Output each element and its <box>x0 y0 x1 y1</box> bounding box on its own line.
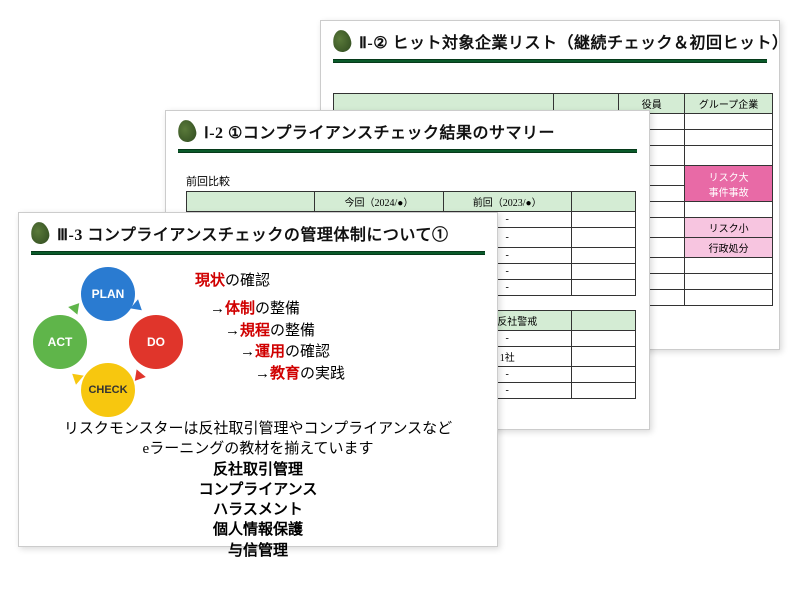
topic-5: 与信管理 <box>19 541 497 561</box>
desc-line-1: リスクモンスターは反社取引管理やコンプライアンスなど <box>19 419 497 439</box>
slide-mid-header: Ⅰ-2 ①コンプライアンスチェック結果のサマリー <box>166 111 649 147</box>
pdca-act: ACT <box>33 315 87 369</box>
check-line-1: →体制の整備 <box>195 299 345 321</box>
header-rule <box>333 59 767 63</box>
desc-line-2: eラーニングの教材を揃えています <box>19 439 497 459</box>
leaf-icon <box>331 29 353 54</box>
pdca-do: DO <box>129 315 183 369</box>
tag-risk-small-2: リスク小 <box>685 218 773 238</box>
pdca-check: CHECK <box>81 363 135 417</box>
check-line-4: →教育の実践 <box>195 364 345 386</box>
slide-front-title: Ⅲ-3 コンプライアンスチェックの管理体制について① <box>57 221 448 245</box>
slide-mid-title: Ⅰ-2 ①コンプライアンスチェック結果のサマリー <box>204 119 555 143</box>
tag-admin: 行政処分 <box>685 238 773 258</box>
check-line-0: 現状の確認 <box>195 271 345 293</box>
tag-risk-large: リスク大事件事故 <box>685 166 773 202</box>
slide-front: Ⅲ-3 コンプライアンスチェックの管理体制について① PLAN DO CHECK… <box>18 212 498 547</box>
checklist: 現状の確認 →体制の整備 →規程の整備 →運用の確認 →教育の実践 <box>195 267 345 417</box>
front-body: PLAN DO CHECK ACT 現状の確認 →体制の整備 →規程の整備 →運… <box>19 263 497 417</box>
leaf-icon <box>29 221 51 246</box>
slide-back-title: Ⅱ-② ヒット対象企業リスト（継続チェック＆初回ヒット） <box>359 29 789 53</box>
col-this: 今回（2024/●） <box>315 192 443 212</box>
pdca-diagram: PLAN DO CHECK ACT <box>33 267 183 417</box>
check-line-2: →規程の整備 <box>195 321 345 343</box>
check-line-3: →運用の確認 <box>195 342 345 364</box>
topic-3: ハラスメント <box>19 500 497 520</box>
header-rule <box>178 149 637 153</box>
col-prev: 前回（2023/●） <box>443 192 571 212</box>
col-group: グループ企業 <box>685 94 773 114</box>
slide-front-header: Ⅲ-3 コンプライアンスチェックの管理体制について① <box>19 213 497 249</box>
slide-back-header: Ⅱ-② ヒット対象企業リスト（継続チェック＆初回ヒット） <box>321 21 779 57</box>
header-rule <box>31 251 485 255</box>
topic-1: 反社取引管理 <box>19 460 497 480</box>
topic-4: 個人情報保護 <box>19 520 497 540</box>
pdca-plan: PLAN <box>81 267 135 321</box>
compare-label: 前回比較 <box>186 173 649 189</box>
leaf-icon <box>176 119 198 144</box>
topic-2: コンプライアンス <box>19 480 497 500</box>
front-text: リスクモンスターは反社取引管理やコンプライアンスなど eラーニングの教材を揃えて… <box>19 419 497 561</box>
